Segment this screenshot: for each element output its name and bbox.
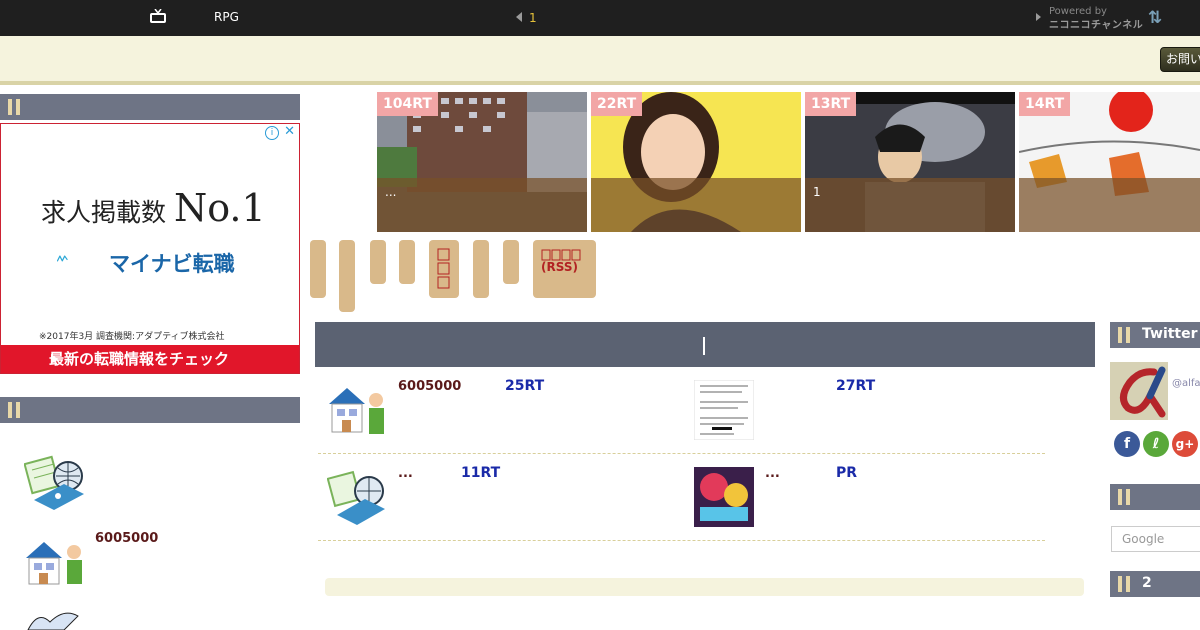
facebook-icon[interactable]: f <box>1114 431 1140 457</box>
tv-icon[interactable] <box>150 9 166 24</box>
slide-caption <box>591 178 801 232</box>
notification-count[interactable]: 1 <box>529 11 537 25</box>
ad-headline-number: No.1 <box>173 186 266 230</box>
article-divider <box>318 453 1045 454</box>
ad-close-icon[interactable]: ✕ <box>284 124 295 139</box>
tag-pill[interactable] <box>370 240 386 284</box>
contact-button[interactable]: お問い <box>1160 47 1200 72</box>
article-thumbnail-screenshot[interactable] <box>694 380 754 440</box>
twitter-section-header: Twitter <box>1110 322 1200 348</box>
left-section-header <box>0 94 300 120</box>
featured-slide-2[interactable]: 22RT <box>591 92 801 232</box>
section-marker-icon <box>8 99 22 115</box>
slide-caption <box>1019 178 1200 232</box>
featured-slide-4[interactable]: 14RT <box>1019 92 1200 232</box>
alpha-avatar-icon[interactable] <box>1110 362 1168 420</box>
advertisement-banner[interactable]: i ✕ 求人掲載数 No.1 マイナビ転職 ※2017年3月 調査機関:アダプテ… <box>0 123 300 374</box>
section-marker-icon <box>8 402 22 418</box>
feedly-icon[interactable]: ℓ <box>1143 431 1169 457</box>
glyph-placeholder-icon <box>437 248 450 289</box>
tag-pill-stacked[interactable] <box>429 240 459 298</box>
mynavi-logo-icon <box>57 255 68 262</box>
slide-caption: ... <box>377 178 587 232</box>
article-pr-label[interactable]: PR <box>836 465 857 481</box>
google-search-input[interactable]: Google <box>1111 526 1200 552</box>
tag-pill[interactable] <box>310 240 326 298</box>
tag-pill[interactable] <box>473 240 489 298</box>
ad-headline-prefix: 求人掲載数 <box>41 198 167 227</box>
article-rt-count[interactable]: 11RT <box>461 465 500 481</box>
rss-label: (RSS) <box>541 260 578 274</box>
article-thumbnail-anime[interactable] <box>694 467 754 527</box>
house-illustration[interactable] <box>24 538 86 586</box>
section-marker-icon <box>1118 576 1132 592</box>
section-marker-icon <box>1118 327 1132 343</box>
search-section-header <box>1110 484 1200 510</box>
left-section-header-2 <box>0 397 300 423</box>
section-marker-icon <box>1118 489 1132 505</box>
featured-slide-3[interactable]: 13RT 1 <box>805 92 1015 232</box>
article-title[interactable]: ... <box>765 466 780 481</box>
ad-info-icon[interactable]: i <box>265 126 279 140</box>
text-cursor <box>703 337 705 355</box>
bingo-illustration[interactable] <box>24 454 86 510</box>
search-placeholder: Google <box>1122 532 1165 546</box>
next-arrow-icon[interactable] <box>1036 13 1041 21</box>
tag-pill[interactable] <box>339 240 355 312</box>
ad-cta-button[interactable]: 最新の転職情報をチェック <box>1 345 299 373</box>
featured-slide-1[interactable]: 104RT ... <box>377 92 587 232</box>
ad-cta-label: 最新の転職情報をチェック <box>49 350 230 368</box>
ad-brand-name: マイナビ転職 <box>109 252 235 276</box>
article-title[interactable]: ... <box>398 466 413 481</box>
sidebar-item-title[interactable]: 6005000 <box>95 531 158 546</box>
site-header-band <box>0 36 1200 85</box>
retweet-count-badge: 22RT <box>591 92 643 116</box>
niconico-channel-logo[interactable]: ニコニコチャンネル <box>1049 16 1143 31</box>
cta-arrow-icon <box>51 354 58 364</box>
article-thumbnail-house[interactable] <box>327 380 387 440</box>
article-thumbnail-bingo[interactable] <box>327 467 387 527</box>
article-rt-count[interactable]: 27RT <box>836 378 875 394</box>
twitter-handle[interactable]: @alfa <box>1172 378 1200 389</box>
channel-title-link[interactable]: RPG <box>214 10 239 24</box>
tag-pill[interactable] <box>503 240 519 284</box>
retweet-count-badge: 14RT <box>1019 92 1071 116</box>
twitter-label: Twitter <box>1142 326 1198 342</box>
main-section-header <box>315 322 1095 367</box>
ad-headline: 求人掲載数 No.1 <box>41 186 266 230</box>
slide-caption: 1 <box>805 178 1015 232</box>
ranking-section-header: 2 <box>1110 571 1200 597</box>
google-plus-icon[interactable]: g+ <box>1172 431 1198 457</box>
pagination-bar[interactable] <box>325 578 1084 596</box>
section-number-label: 2 <box>1142 575 1152 591</box>
sort-arrows-icon[interactable]: ⇅ <box>1148 8 1162 28</box>
rss-tag-pill[interactable]: (RSS) <box>533 240 596 298</box>
retweet-count-badge: 104RT <box>377 92 438 116</box>
top-navigation-bar <box>0 0 1200 36</box>
article-rt-count[interactable]: 25RT <box>505 378 544 394</box>
bird-illustration[interactable] <box>24 606 82 630</box>
tag-pill[interactable] <box>399 240 415 284</box>
previous-arrow-icon[interactable] <box>516 12 522 22</box>
retweet-count-badge: 13RT <box>805 92 857 116</box>
article-divider <box>318 540 1045 541</box>
ad-footnote: ※2017年3月 調査機関:アダプティブ株式会社 <box>39 332 225 342</box>
article-title[interactable]: 6005000 <box>398 379 461 394</box>
